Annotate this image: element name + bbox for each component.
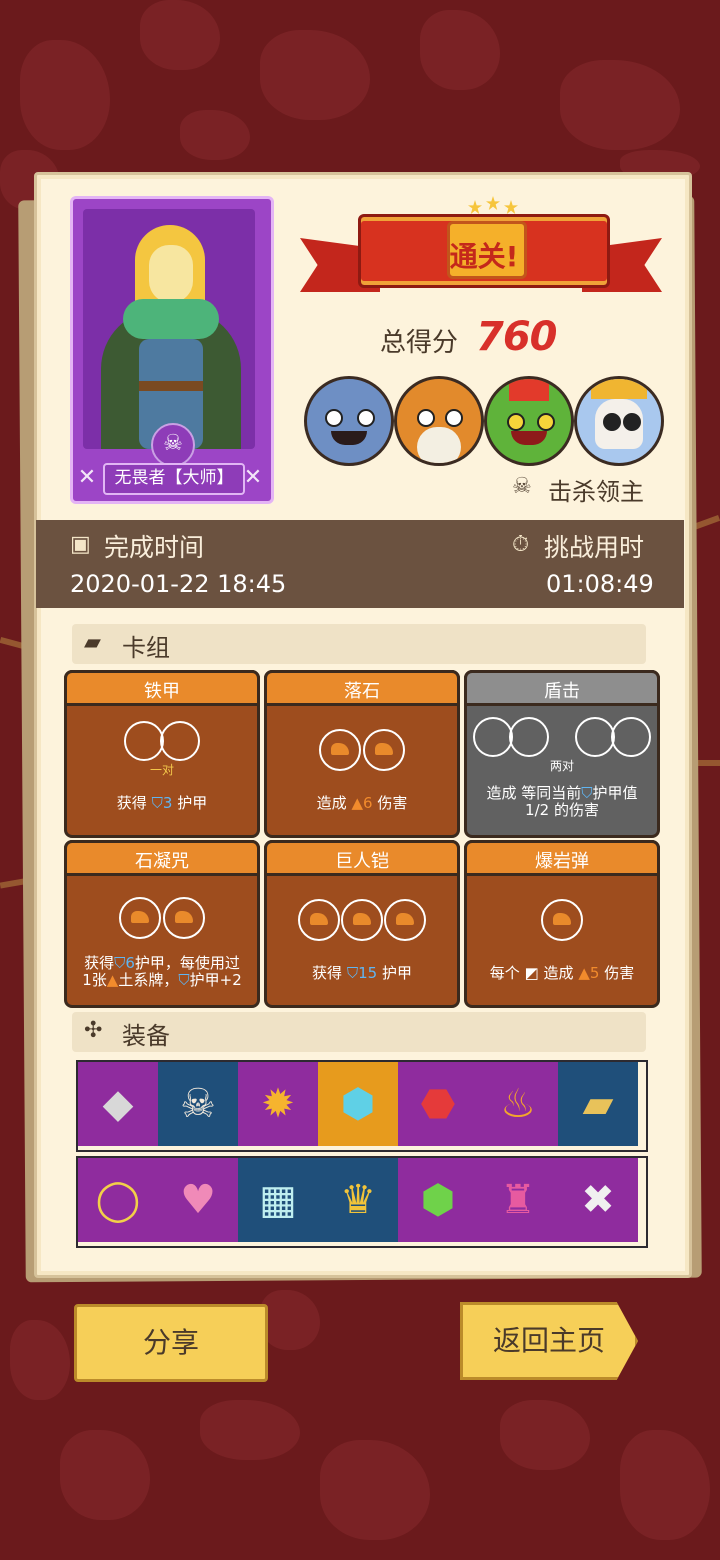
victory-banner: 通关! bbox=[300, 196, 662, 310]
card-description: 每个 ◩ 造成 ▲5 伤害 bbox=[489, 964, 635, 982]
card-title: 铁甲 bbox=[144, 681, 180, 702]
card-description: 获得 ⛉3 护甲 bbox=[116, 794, 208, 812]
earth-card-icon: ◩ bbox=[524, 964, 539, 982]
calendar-icon: ▣ bbox=[70, 532, 91, 557]
red-ruby-icon[interactable]: ⬣ bbox=[398, 1062, 480, 1146]
score-value: 760 bbox=[476, 314, 557, 360]
pair-label: 两对 bbox=[549, 759, 574, 773]
green-emerald-icon[interactable]: ⬢ bbox=[398, 1158, 480, 1242]
card-title: 石凝咒 bbox=[135, 851, 189, 872]
score-label: 总得分 bbox=[380, 328, 459, 358]
earth-icon: ▲ bbox=[351, 794, 363, 812]
totem-icon[interactable]: ♜ bbox=[478, 1158, 560, 1242]
shield-icon: ⛉ bbox=[151, 794, 163, 812]
earth-slot-icon bbox=[341, 899, 383, 941]
card-tiejia[interactable]: 铁甲 一对 获得 ⛉3 护甲 bbox=[64, 670, 260, 838]
card-title: 巨人铠 bbox=[335, 851, 389, 872]
fire-bottle-icon[interactable]: ♨ bbox=[478, 1062, 560, 1146]
victory-text: 通关! bbox=[449, 240, 519, 273]
earth-slot-icon bbox=[384, 899, 427, 941]
bearded-wizard-boss-icon[interactable] bbox=[394, 376, 484, 466]
stopwatch-icon: ⏱ bbox=[512, 532, 530, 557]
skeleton-lord-boss-icon[interactable] bbox=[574, 376, 664, 466]
goblin-king-boss-icon[interactable] bbox=[484, 376, 574, 466]
boss-skull-icon: ☠ bbox=[512, 474, 532, 499]
home-button[interactable]: 返回主页 bbox=[460, 1302, 638, 1380]
equipment-row-1: ◆ ☠ ✹ ⬢ ⬣ ♨ ▰ bbox=[76, 1060, 648, 1152]
shield-icon: ⛉ bbox=[581, 784, 593, 802]
hero-portrait bbox=[83, 209, 255, 449]
card-description: 获得 ⛉15 护甲 bbox=[312, 964, 412, 982]
equipment-title: 装备 bbox=[122, 1022, 170, 1050]
gray-crystal-icon[interactable]: ◆ bbox=[78, 1062, 160, 1146]
earth-slot-icon bbox=[297, 899, 340, 941]
propeller-icon: ✣ bbox=[84, 1018, 103, 1043]
card-baoyandan[interactable]: 爆岩弹 每个 ◩ 造成 ▲5 伤害 bbox=[464, 840, 660, 1008]
hero-name: 无畏者【大师】 bbox=[103, 463, 245, 495]
card-luoshi[interactable]: 落石 造成 ▲6 伤害 bbox=[264, 670, 460, 838]
card-dunji[interactable]: 盾击 两对 造成 等同当前⛉护甲值 1/2 的伤害 bbox=[464, 670, 660, 838]
duration-label: 挑战用时 bbox=[544, 533, 645, 562]
blue-ogre-boss-icon[interactable] bbox=[304, 376, 394, 466]
cursed-scroll-icon[interactable]: ✖ bbox=[558, 1158, 638, 1242]
empty-slot-icon bbox=[472, 717, 513, 757]
earth-icon: ▲ bbox=[106, 971, 119, 989]
skull-crossbones-icon: ☠ bbox=[151, 423, 195, 467]
golden-scroll-icon[interactable]: ▰ bbox=[558, 1062, 638, 1146]
bone-icon: ✕ bbox=[243, 465, 263, 490]
empty-slot-icon bbox=[611, 717, 652, 757]
empty-slot-icon bbox=[124, 721, 164, 761]
duration-value: 01:08:49 bbox=[546, 570, 654, 598]
heart-amulet-icon[interactable]: ♥ bbox=[158, 1158, 240, 1242]
earth-slot-icon bbox=[319, 729, 362, 771]
time-bar: ▣ 完成时间 2020-01-22 18:45 ⏱ 挑战用时 01:08:49 bbox=[36, 520, 684, 608]
equipment-section-header: ✣ 装备 bbox=[72, 1012, 646, 1052]
card-title: 爆岩弹 bbox=[535, 851, 589, 872]
card-title: 落石 bbox=[344, 681, 380, 702]
earth-slot-icon bbox=[119, 897, 162, 939]
pair-label: 一对 bbox=[149, 763, 174, 777]
blue-gem-icon[interactable]: ⬢ bbox=[318, 1062, 400, 1146]
hero-card[interactable]: ☠ ✕ ✕ 无畏者【大师】 bbox=[70, 196, 274, 504]
finish-time-label: 完成时间 bbox=[104, 533, 205, 562]
finish-time-value: 2020-01-22 18:45 bbox=[70, 570, 287, 598]
cards-icon: ▰ bbox=[84, 630, 101, 655]
share-button[interactable]: 分享 bbox=[74, 1304, 268, 1382]
empty-slot-icon bbox=[575, 717, 616, 757]
equipment-row-2: ◯ ♥ ▦ ♛ ⬢ ♜ ✖ bbox=[76, 1156, 648, 1248]
earth-slot-icon bbox=[362, 729, 405, 771]
deck-title: 卡组 bbox=[122, 634, 170, 662]
card-description: 获得⛉6护甲，每使用过 1张▲土系牌，⛉护甲+2 bbox=[82, 954, 242, 989]
gold-ring-icon[interactable]: ◯ bbox=[78, 1158, 160, 1242]
deck-section-header: ▰ 卡组 bbox=[72, 624, 646, 664]
skull-dagger-icon[interactable]: ☠ bbox=[158, 1062, 240, 1146]
earth-slot-icon bbox=[541, 899, 583, 941]
shield-icon: ⛉ bbox=[346, 964, 359, 982]
earth-icon: ▲ bbox=[578, 964, 590, 982]
flame-rock-icon[interactable]: ✹ bbox=[238, 1062, 320, 1146]
bone-icon: ✕ bbox=[77, 465, 97, 490]
empty-slot-icon bbox=[160, 721, 200, 761]
card-jurenkai[interactable]: 巨人铠 获得 ⛉15 护甲 bbox=[264, 840, 460, 1008]
earth-slot-icon bbox=[162, 897, 205, 939]
card-description: 造成 等同当前⛉护甲值 1/2 的伤害 bbox=[486, 784, 638, 819]
gold-crown-icon[interactable]: ♛ bbox=[318, 1158, 400, 1242]
empty-slot-icon bbox=[508, 717, 549, 757]
shield-icon: ⛉ bbox=[114, 954, 126, 972]
sugar-box-icon[interactable]: ▦ bbox=[238, 1158, 320, 1242]
kill-boss-label: 击杀领主 bbox=[548, 478, 644, 506]
card-shiningzhou[interactable]: 石凝咒 获得⛉6护甲，每使用过 1张▲土系牌，⛉护甲+2 bbox=[64, 840, 260, 1008]
card-title: 盾击 bbox=[544, 681, 580, 702]
card-description: 造成 ▲6 伤害 bbox=[316, 794, 408, 812]
shield-icon: ⛉ bbox=[178, 971, 190, 989]
